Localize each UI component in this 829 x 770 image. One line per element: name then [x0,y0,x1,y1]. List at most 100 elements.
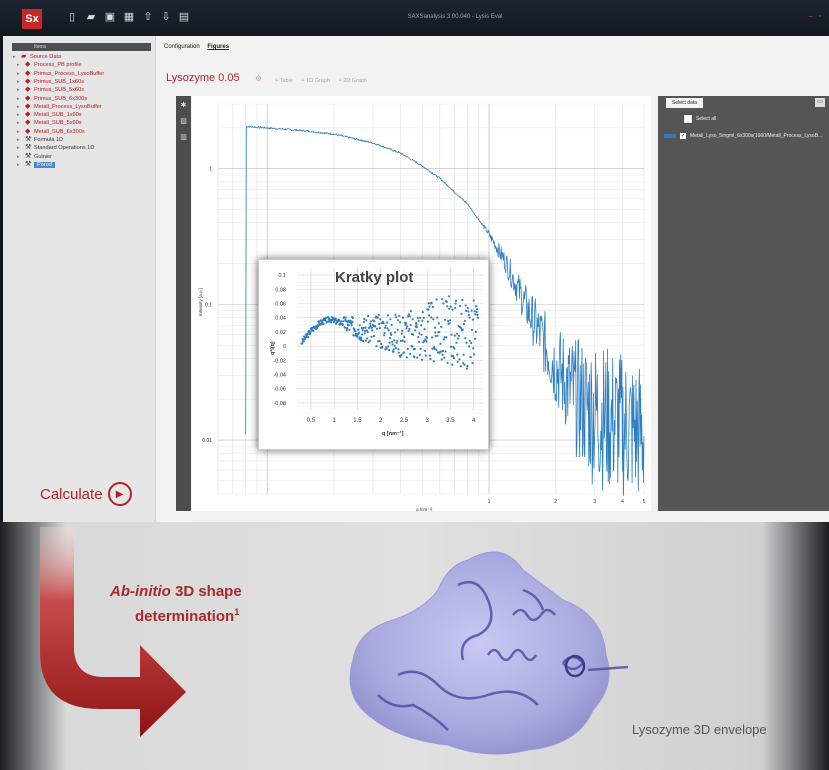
save-icon[interactable]: ▣ [104,11,116,23]
save-as-icon[interactable]: ▦ [123,11,135,23]
tree-item-label: Metall_SUB_5x60s [34,120,82,127]
kratky-point [448,307,451,310]
kratky-point [407,329,410,333]
expand-arrow-icon[interactable]: ▸ [17,61,25,69]
import-icon[interactable]: ⇩ [160,11,172,23]
tab-table[interactable]: + Table [275,78,293,84]
kratky-point [385,347,388,350]
expand-arrow-icon[interactable]: ▸ [17,161,25,169]
kratky-point [474,330,477,333]
kratky-point [357,328,360,331]
kratky-point [351,316,355,320]
kratky-point [393,339,396,342]
kratky-point [466,306,469,310]
tree-item[interactable]: ▸ ◆ Primus_SUB_1x60s [17,78,84,86]
series-color-swatch [664,134,676,138]
checkbox-icon [684,115,692,123]
kratky-point [370,326,373,329]
tree-item[interactable]: ▸ ◆ Metall_SUB_6x300s [17,128,85,136]
tab-2d-graph[interactable]: + 2D Graph [338,78,367,84]
kratky-point [395,316,398,319]
open-folder-icon[interactable]: ▰ [85,11,97,23]
kratky-point [390,333,393,336]
tab-settings-icon[interactable]: ⚙ [255,74,262,83]
app-logo: Sx [22,9,42,29]
tree-item-label: Metall_SUB_6x300s [34,128,85,135]
tree-item[interactable]: ▸ ⚒ Porod [17,161,55,169]
kratky-point [444,350,447,353]
y-axis-label: q²I(q) [269,341,276,355]
calculate-button[interactable]: Calculate ▶ [40,482,132,506]
report-icon[interactable]: ▤ [178,11,190,23]
kratky-point [469,356,472,359]
kratky-point [382,322,385,325]
kratky-point [415,323,418,326]
tree-item[interactable]: ▸ ◆ Primus_SUB_5x60s [17,86,84,94]
expand-arrow-icon[interactable]: ▸ [17,103,25,111]
kratky-point [405,356,408,359]
expand-arrow-icon[interactable]: ▸ [13,53,21,61]
expand-arrow-icon[interactable]: ▸ [17,78,25,86]
kratky-point [378,326,381,330]
select-data-button[interactable]: Select data [666,98,703,108]
tree-item-label: Standard Operations 1D [34,145,95,152]
kratky-point [453,347,456,350]
expand-arrow-icon[interactable]: ▸ [17,70,25,78]
kratky-point [435,348,438,351]
tab-figures[interactable]: Figures [207,44,229,50]
tree-item[interactable]: ▸ ⚒ Formula 1D [17,136,63,144]
kratky-point [439,350,442,353]
new-file-icon[interactable]: ▯ [66,11,78,23]
y-tick-label: 0.04 [275,316,286,322]
select-all-checkbox[interactable]: Select all [684,115,716,123]
tab-configuration[interactable]: Configuration [164,44,200,50]
kratky-point [447,295,450,298]
kratky-point [378,322,381,325]
tree-item[interactable]: ▸ ⚒ Guinier [17,153,52,161]
document-tab[interactable]: Lysozyme 0.05 [166,72,240,84]
tree-item[interactable]: ▸ ◆ Metall_SUB_5x60s [17,119,82,127]
expand-arrow-icon[interactable]: ▸ [17,144,25,152]
zoom-icon[interactable]: ▧ [179,117,188,126]
tree-item[interactable]: ▸ ◆ Primus_Process_LysoBuffer [17,70,104,78]
expand-arrow-icon[interactable]: ▸ [17,111,25,119]
kratky-point [463,363,466,366]
kratky-point [397,348,400,351]
window-controls[interactable]: – ▫ [809,13,823,20]
kratky-point [459,365,462,368]
print-icon[interactable]: ▭ [815,98,825,107]
kratky-point [431,336,434,339]
x-tick-label: 4 [472,418,476,424]
x-tick-label: 4 [621,499,624,505]
tree-item[interactable]: ▸ ◆ Metall_SUB_1x60s [17,111,82,119]
expand-arrow-icon[interactable]: ▸ [17,86,25,94]
kratky-point [393,331,397,334]
kratky-point [405,327,408,330]
kratky-point [401,339,404,342]
expand-arrow-icon[interactable]: ▸ [17,119,25,127]
expand-arrow-icon[interactable]: ▸ [17,153,25,161]
expand-arrow-icon[interactable]: ▸ [17,128,25,136]
export-icon[interactable]: ⇧ [142,11,154,23]
series-item[interactable]: ✓ Metall_Lyso_5mgml_6x300s(1660/Metall_P… [664,133,822,139]
kratky-point [466,365,469,368]
expand-arrow-icon[interactable]: ▸ [17,95,25,103]
gear-icon[interactable]: ✱ [179,101,188,110]
tree-item[interactable]: ▸ ◆ Primus_SUB_6x300s [17,95,87,103]
tree-item[interactable]: ▸ ◆ Metall_Process_LysoBuffer [17,103,102,111]
expand-arrow-icon[interactable]: ▸ [17,136,25,144]
kratky-point [301,342,304,345]
kratky-point [422,316,425,319]
kratky-point [397,351,400,354]
kratky-point [424,338,427,341]
tree-item[interactable]: ▸ ◆ Process_PB profile [17,61,82,69]
tree-item-label: Primus_SUB_1x60s [34,78,85,85]
kratky-point [317,325,320,328]
tree-item[interactable]: ▸ ▰ Source Data [13,53,61,61]
tab-1d-graph[interactable]: + 1D Graph [301,78,330,84]
tree-item[interactable]: ▸ ⚒ Standard Operations 1D [17,144,94,152]
kratky-point [473,337,477,340]
kratky-point [465,367,469,370]
kratky-point [324,319,327,322]
export-plot-icon[interactable]: ▥ [179,133,188,142]
